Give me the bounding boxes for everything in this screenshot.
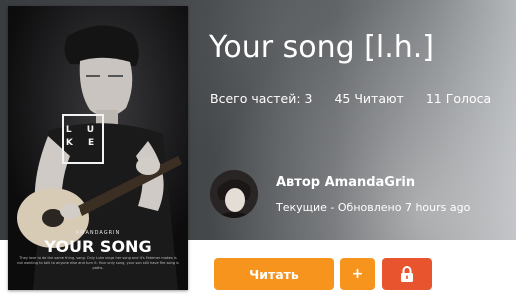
cover-box-letters: L U K E: [65, 125, 101, 148]
story-status-updated: Текущие - Обновлено 7 hours ago: [276, 201, 471, 214]
votes-count: 11 Голоса: [425, 91, 492, 106]
cover-title: YOUR SONG: [44, 237, 152, 256]
book-cover[interactable]: L U K E AMANDAGRIN YOUR SONG They love t…: [8, 6, 188, 290]
story-stats: Всего частей: 3 45 Читают 11 Голоса: [210, 91, 491, 106]
lock-button[interactable]: [382, 258, 432, 290]
lock-icon: [401, 266, 413, 282]
reads-count: 45 Читают: [334, 91, 404, 106]
author-name-link[interactable]: Автор AmandaGrin: [276, 175, 415, 190]
add-to-library-button[interactable]: +: [340, 258, 375, 290]
cover-author: AMANDAGRIN: [75, 230, 121, 236]
read-button[interactable]: Читать: [214, 258, 334, 290]
cover-fine-print: They love to do the same thing, sang. On…: [17, 256, 179, 270]
avatar-photo: [210, 170, 258, 218]
author-avatar[interactable]: [210, 170, 258, 218]
parts-count: Всего частей: 3: [210, 91, 313, 106]
story-title: Your song [l.h.]: [209, 30, 434, 65]
cover-name-box: L U K E: [62, 114, 104, 164]
